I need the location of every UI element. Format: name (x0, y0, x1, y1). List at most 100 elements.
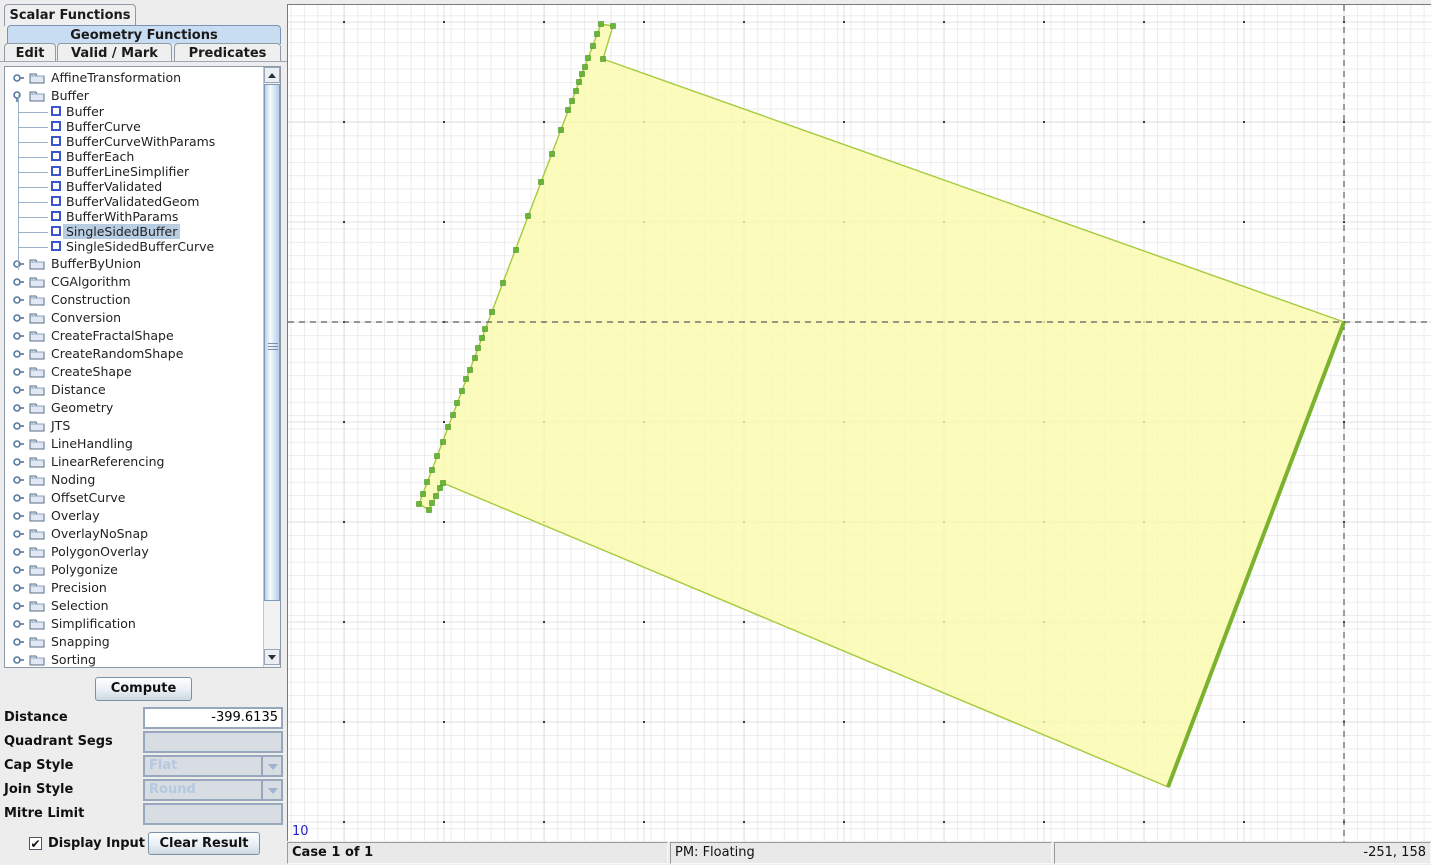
scroll-up-button[interactable] (264, 67, 280, 83)
tree-item-affinetransformation[interactable]: AffineTransformation (5, 68, 263, 86)
expand-handle-icon[interactable] (13, 72, 24, 81)
grid-dot (443, 721, 445, 723)
vertex-marker (591, 44, 596, 49)
tree-item-construction[interactable]: Construction (5, 290, 263, 308)
tree-item-sorting[interactable]: Sorting (5, 650, 263, 667)
folder-icon (29, 419, 45, 432)
grid-dot (943, 821, 945, 823)
tree-item-linearreferencing[interactable]: LinearReferencing (5, 452, 263, 470)
grid-dot (1343, 421, 1345, 423)
tree-item-distance[interactable]: Distance (5, 380, 263, 398)
tree-item-buffercurvewithparams[interactable]: BufferCurveWithParams (5, 134, 263, 149)
tree-item-linehandling[interactable]: LineHandling (5, 434, 263, 452)
expand-handle-icon[interactable] (13, 510, 24, 519)
grid-dot (343, 621, 345, 623)
grid-dot (343, 821, 345, 823)
tree-item-simplification[interactable]: Simplification (5, 614, 263, 632)
expand-handle-icon[interactable] (13, 294, 24, 303)
expand-handle-icon[interactable] (13, 600, 24, 609)
tree-item-cgalgorithm[interactable]: CGAlgorithm (5, 272, 263, 290)
grid-dot (643, 21, 645, 23)
vertex-marker (434, 494, 439, 499)
tree-item-conversion[interactable]: Conversion (5, 308, 263, 326)
vertex-marker (438, 486, 443, 491)
tree-item-createrandomshape[interactable]: CreateRandomShape (5, 344, 263, 362)
vertex-marker (550, 152, 555, 157)
tree-item-precision[interactable]: Precision (5, 578, 263, 596)
grid-dot (1043, 21, 1045, 23)
compute-button[interactable]: Compute (95, 677, 192, 701)
vertex-marker (455, 401, 460, 406)
cap-style-combobox[interactable]: Flat (143, 755, 283, 777)
tree-item-buffer[interactable]: Buffer (5, 86, 263, 104)
expand-handle-icon[interactable] (13, 312, 24, 321)
tree-item-selection[interactable]: Selection (5, 596, 263, 614)
tree-item-polygonize[interactable]: Polygonize (5, 560, 263, 578)
tree-item-overlay[interactable]: Overlay (5, 506, 263, 524)
mitre-limit-field[interactable] (143, 803, 283, 825)
tree-item-buffereach[interactable]: BufferEach (5, 149, 263, 164)
clear-result-button[interactable]: Clear Result (148, 832, 260, 855)
vertex-marker (483, 327, 488, 332)
function-leaf-icon (51, 121, 61, 131)
scrollbar-thumb[interactable] (264, 84, 280, 601)
tab-valid-mark[interactable]: Valid / Mark (57, 43, 172, 62)
scroll-down-button[interactable] (264, 649, 280, 665)
grid-dot (443, 421, 445, 423)
quadrant-segs-field[interactable] (143, 731, 283, 753)
expand-handle-icon[interactable] (13, 330, 24, 339)
geometry-canvas[interactable]: 10 (287, 4, 1431, 841)
status-precision-model: PM: Floating (670, 842, 1052, 864)
expand-handle-icon[interactable] (13, 618, 24, 627)
tree-item-buffer[interactable]: Buffer (5, 104, 263, 119)
expand-handle-icon[interactable] (13, 474, 24, 483)
expand-handle-icon[interactable] (13, 402, 24, 411)
tab-predicates[interactable]: Predicates (174, 43, 281, 62)
grid-dot (443, 521, 445, 523)
tree-item-singlesidedbuffercurve[interactable]: SingleSidedBufferCurve (5, 239, 263, 254)
tree-item-singlesidedbuffer[interactable]: SingleSidedBuffer (5, 224, 263, 239)
expand-handle-icon[interactable] (13, 654, 24, 663)
tab-geometry-functions[interactable]: Geometry Functions (7, 25, 281, 44)
tree-item-snapping[interactable]: Snapping (5, 632, 263, 650)
display-input-checkbox[interactable]: ✔ (29, 837, 42, 850)
tree-item-bufferwithparams[interactable]: BufferWithParams (5, 209, 263, 224)
expand-handle-icon[interactable] (13, 582, 24, 591)
expand-handle-icon[interactable] (13, 366, 24, 375)
vertex-marker (480, 336, 485, 341)
expand-handle-icon[interactable] (13, 492, 24, 501)
expand-handle-icon[interactable] (13, 528, 24, 537)
tree-item-buffercurve[interactable]: BufferCurve (5, 119, 263, 134)
grid-dot (643, 721, 645, 723)
tree-item-polygonoverlay[interactable]: PolygonOverlay (5, 542, 263, 560)
join-style-combobox[interactable]: Round (143, 779, 283, 801)
tab-scalar-functions[interactable]: Scalar Functions (4, 4, 136, 26)
tab-edit[interactable]: Edit (4, 43, 56, 62)
vertex-marker (566, 108, 571, 113)
expand-handle-icon[interactable] (13, 456, 24, 465)
expand-handle-icon[interactable] (13, 420, 24, 429)
tree-scrollbar[interactable] (263, 67, 280, 667)
expand-handle-icon[interactable] (13, 564, 24, 573)
tree-item-buffervalidated[interactable]: BufferValidated (5, 179, 263, 194)
tree-item-noding[interactable]: Noding (5, 470, 263, 488)
distance-field[interactable]: -399.6135 (143, 707, 283, 729)
tree-item-createshape[interactable]: CreateShape (5, 362, 263, 380)
expand-handle-icon[interactable] (13, 276, 24, 285)
expand-handle-icon[interactable] (13, 636, 24, 645)
combo-arrow-button[interactable] (261, 779, 283, 801)
combo-arrow-button[interactable] (261, 755, 283, 777)
expand-handle-icon[interactable] (13, 546, 24, 555)
tree-item-offsetcurve[interactable]: OffsetCurve (5, 488, 263, 506)
expand-handle-icon[interactable] (13, 384, 24, 393)
tree-item-bufferbyunion[interactable]: BufferByUnion (5, 254, 263, 272)
tree-item-bufferlinesimplifier[interactable]: BufferLineSimplifier (5, 164, 263, 179)
grid-dot (1343, 121, 1345, 123)
expand-handle-icon[interactable] (13, 348, 24, 357)
tree-item-overlaynosnap[interactable]: OverlayNoSnap (5, 524, 263, 542)
tree-item-buffervalidatedgeom[interactable]: BufferValidatedGeom (5, 194, 263, 209)
expand-handle-icon[interactable] (13, 438, 24, 447)
tree-item-geometry[interactable]: Geometry (5, 398, 263, 416)
tree-item-createfractalshape[interactable]: CreateFractalShape (5, 326, 263, 344)
tree-item-jts[interactable]: JTS (5, 416, 263, 434)
